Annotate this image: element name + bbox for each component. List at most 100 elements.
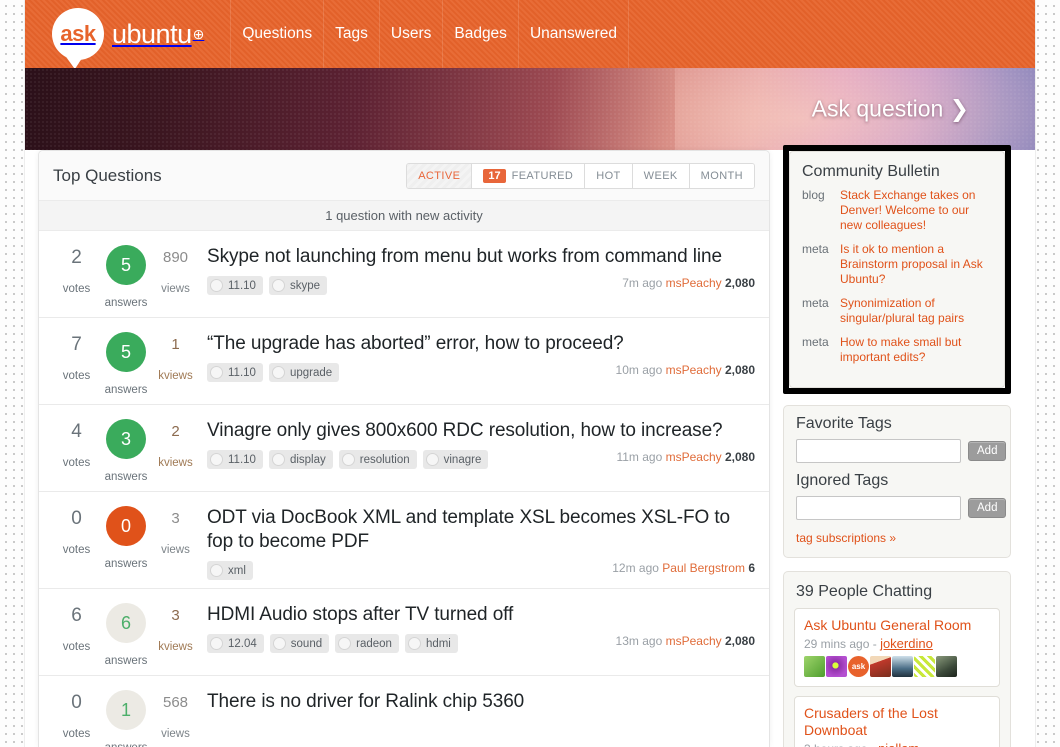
- ignored-tags-input[interactable]: [796, 496, 961, 520]
- nav-item-questions[interactable]: Questions: [230, 0, 325, 68]
- question-tag[interactable]: 11.10: [207, 276, 263, 295]
- chat-room-item[interactable]: Crusaders of the Lost Downboat 3 hours ag…: [794, 696, 1000, 747]
- question-answers: 3 answers: [100, 419, 152, 483]
- chat-user-avatar[interactable]: [892, 656, 913, 677]
- question-tag[interactable]: 12.04: [207, 634, 264, 653]
- chat-user-avatar[interactable]: [870, 656, 891, 677]
- tab-month-label: MONTH: [700, 170, 743, 182]
- question-votes-label: votes: [62, 370, 91, 382]
- chat-user-avatar[interactable]: [804, 656, 825, 677]
- question-stats: 7 votes 5 answers 1 kviews: [53, 332, 199, 396]
- question-body: Skype not launching from menu but works …: [199, 245, 755, 309]
- tab-featured[interactable]: 17 FEATURED: [472, 164, 586, 188]
- question-time: 7m ago: [622, 276, 663, 290]
- chat-room-avatars: ask: [804, 656, 990, 677]
- chat-room-user-link[interactable]: jokerdino: [880, 636, 933, 651]
- question-title-link[interactable]: “The upgrade has aborted” error, how to …: [207, 332, 755, 356]
- chat-room-name-link[interactable]: Ask Ubuntu General Room: [804, 617, 990, 634]
- chat-user-avatar[interactable]: [914, 656, 935, 677]
- community-bulletin-title: Community Bulletin: [802, 163, 940, 180]
- question-list: 2 votes 5 answers 890 views Skype not launchin…: [39, 231, 769, 747]
- tag-dot-icon: [271, 453, 285, 466]
- question-title-link[interactable]: HDMI Audio stops after TV turned off: [207, 603, 755, 627]
- bulletin-item-link[interactable]: How to make small but important edits?: [840, 335, 992, 365]
- question-tag[interactable]: 11.10: [207, 450, 263, 469]
- question-tag[interactable]: sound: [269, 634, 330, 653]
- question-time: 10m ago: [615, 363, 663, 377]
- favorite-tags-input[interactable]: [796, 439, 961, 463]
- chat-room-item[interactable]: Ask Ubuntu General Room 29 mins ago - jok…: [794, 608, 1000, 687]
- chat-room-separator: -: [871, 742, 875, 747]
- question-title-link[interactable]: Vinagre only gives 800x600 RDC resolutio…: [207, 419, 755, 443]
- chat-room-separator: -: [872, 637, 877, 651]
- new-activity-notice[interactable]: 1 question with new activity: [39, 200, 769, 231]
- nav-item-badges[interactable]: Badges: [443, 0, 519, 68]
- question-author-link[interactable]: msPeachy: [666, 634, 722, 648]
- question-answers-badge: 0: [106, 506, 146, 546]
- question-tag[interactable]: xml: [207, 561, 253, 580]
- site-logo[interactable]: ask ubuntu ⊕: [52, 0, 204, 68]
- chat-room-user-link[interactable]: njallam: [878, 741, 919, 747]
- question-tag[interactable]: 11.10: [207, 363, 263, 382]
- question-title-link[interactable]: ODT via DocBook XML and template XSL bec…: [207, 506, 755, 554]
- question-title-link[interactable]: There is no driver for Ralink chip 5360: [207, 690, 755, 714]
- question-votes: 2 votes: [53, 245, 100, 309]
- question-tag-list: xml: [207, 561, 253, 580]
- bulletin-item-link[interactable]: Is it ok to mention a Brainstorm proposa…: [840, 242, 992, 287]
- bulletin-item-kind: meta: [802, 242, 829, 256]
- nav-item-users[interactable]: Users: [380, 0, 444, 68]
- question-views-count: 3: [171, 607, 180, 624]
- chat-room-time: 3 hours ago: [804, 742, 867, 747]
- tab-active[interactable]: ACTIVE: [407, 164, 473, 188]
- question-author-reputation: 2,080: [724, 276, 755, 290]
- tab-hot[interactable]: HOT: [585, 164, 633, 188]
- bulletin-item: meta How to make small but important edit…: [802, 335, 992, 365]
- question-author-link[interactable]: msPeachy: [666, 276, 722, 290]
- question-answers-badge: 5: [106, 245, 146, 285]
- bulletin-item-link[interactable]: Stack Exchange takes on Denver! Welcome …: [840, 188, 992, 233]
- question-tag[interactable]: hdmi: [404, 634, 458, 653]
- question-tag[interactable]: upgrade: [268, 363, 340, 382]
- question-views-label: views: [161, 728, 190, 740]
- tag-subscriptions-link[interactable]: tag subscriptions »: [784, 520, 1010, 545]
- nav-item-tags[interactable]: Tags: [324, 0, 380, 68]
- chat-user-avatar[interactable]: [936, 656, 957, 677]
- hero-banner: Ask question ❯: [25, 68, 1035, 150]
- logo-speech-bubble-icon: ask: [52, 8, 104, 60]
- bulletin-item-link[interactable]: Synonimization of singular/plural tag pa…: [840, 296, 992, 326]
- question-tag[interactable]: vinagre: [422, 450, 489, 469]
- nav-item-unanswered[interactable]: Unanswered: [519, 0, 629, 68]
- question-time: 12m ago: [612, 561, 659, 575]
- chat-user-avatar[interactable]: ask: [848, 656, 869, 677]
- question-byline: 12m ago Paul Bergstrom 6: [602, 561, 755, 575]
- ignored-tags-label: Ignored Tags: [796, 472, 889, 489]
- question-tag[interactable]: skype: [268, 276, 327, 295]
- question-title-link[interactable]: Skype not launching from menu but works …: [207, 245, 755, 269]
- question-author-link[interactable]: Paul Bergstrom: [662, 561, 745, 575]
- question-views-count: 568: [162, 694, 189, 711]
- question-answers-badge: 5: [106, 332, 146, 372]
- question-tag-list: 11.10 display resolution vinagre: [207, 450, 489, 469]
- question-tag[interactable]: display: [268, 450, 333, 469]
- favorite-tags-add-button[interactable]: Add: [968, 441, 1007, 461]
- tab-month[interactable]: MONTH: [689, 164, 754, 188]
- question-row: 7 votes 5 answers 1 kviews “The upgrade has ab…: [39, 318, 769, 405]
- question-author-link[interactable]: msPeachy: [666, 363, 722, 377]
- tab-active-label: ACTIVE: [418, 170, 461, 182]
- question-tag[interactable]: resolution: [338, 450, 417, 469]
- question-author-link[interactable]: msPeachy: [666, 450, 722, 464]
- question-votes-label: votes: [62, 544, 91, 556]
- community-bulletin-list: blog Stack Exchange takes on Denver! Welc…: [790, 188, 1004, 387]
- tab-week[interactable]: WEEK: [632, 164, 690, 188]
- question-views: 568 views: [152, 690, 199, 747]
- tab-week-label: WEEK: [643, 170, 678, 182]
- question-votes-label: votes: [62, 283, 91, 295]
- chat-user-avatar[interactable]: [826, 656, 847, 677]
- chat-room-name-link[interactable]: Crusaders of the Lost Downboat: [804, 705, 990, 739]
- ask-question-button[interactable]: Ask question ❯: [812, 96, 969, 123]
- question-votes-count: 4: [71, 421, 82, 442]
- ignored-tags-add-button[interactable]: Add: [968, 498, 1007, 518]
- question-tag[interactable]: radeon: [335, 634, 399, 653]
- favorite-tags-row: Add: [784, 439, 1010, 463]
- question-views-count: 2: [171, 423, 180, 440]
